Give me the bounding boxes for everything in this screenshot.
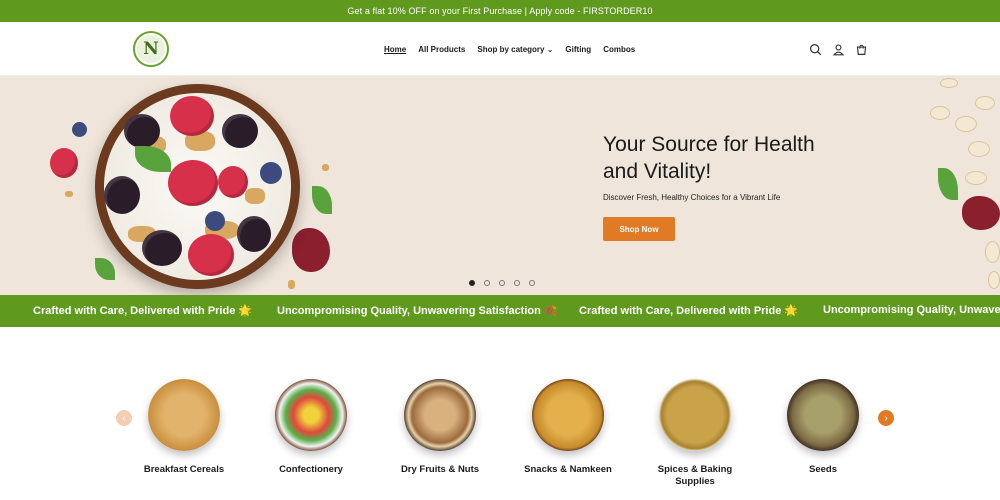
marquee-bar: Crafted with Care, Delivered with Pride …: [0, 295, 1000, 327]
blackberry: [142, 230, 182, 266]
nav-gifting[interactable]: Gifting: [565, 45, 591, 54]
logo-mark: N: [137, 35, 165, 63]
slider-dot-1[interactable]: [469, 280, 475, 286]
slider-dot-5[interactable]: [529, 280, 535, 286]
nav-combos[interactable]: Combos: [603, 45, 635, 54]
raspberry-decor: [50, 148, 78, 178]
marquee-text: Uncompromising Quality, Unwavering Satis…: [823, 304, 1000, 316]
main-nav: Home All Products Shop by category ⌄ Gif…: [384, 22, 635, 76]
account-icon[interactable]: [832, 43, 845, 56]
blueberry: [205, 211, 225, 231]
marquee-text: Crafted with Care, Delivered with Pride …: [579, 305, 799, 317]
oat-decor: [955, 116, 977, 132]
oat-decor: [968, 141, 990, 157]
slider-dot-4[interactable]: [514, 280, 520, 286]
category-label: Snacks & Namkeen: [524, 464, 612, 475]
category-image-confectionery: [275, 379, 347, 451]
carousel-next-button[interactable]: ›: [878, 410, 894, 426]
category-item[interactable]: Seeds: [768, 379, 878, 476]
category-item[interactable]: Breakfast Cereals: [129, 379, 239, 476]
category-item[interactable]: Dry Fruits & Nuts: [385, 379, 495, 476]
blueberry-decor: [72, 122, 87, 137]
category-label: Breakfast Cereals: [143, 464, 225, 475]
leaf-decor: [95, 258, 115, 280]
category-carousel: ‹ Breakfast Cereals Confectionery Dry Fr…: [0, 327, 1000, 500]
site-header: N Home All Products Shop by category ⌄ G…: [0, 22, 1000, 76]
nav-home[interactable]: Home: [384, 45, 406, 54]
leaf-decor: [312, 186, 332, 214]
category-item[interactable]: Spices & Baking Supplies: [640, 379, 750, 488]
raspberry: [218, 166, 248, 198]
category-image-snacks-namkeen: [532, 379, 604, 451]
category-item[interactable]: Snacks & Namkeen: [513, 379, 623, 476]
leaf-decor: [938, 168, 958, 200]
nav-shop-by-category[interactable]: Shop by category ⌄: [477, 45, 553, 54]
category-item[interactable]: Confectionery: [256, 379, 366, 476]
oat-decor: [975, 96, 995, 110]
category-label: Seeds: [809, 464, 837, 475]
blackberry: [124, 114, 160, 148]
oat-decor: [930, 106, 950, 120]
category-label: Dry Fruits & Nuts: [400, 464, 480, 475]
slider-dots: [469, 280, 535, 286]
shop-now-button[interactable]: Shop Now: [603, 217, 675, 241]
oat-decor: [985, 241, 1000, 263]
granola-decor: [288, 280, 295, 289]
marquee-text: Uncompromising Quality, Unwavering Satis…: [277, 305, 558, 317]
slider-dot-2[interactable]: [484, 280, 490, 286]
cart-icon[interactable]: [855, 43, 868, 56]
chevron-right-icon: ›: [884, 412, 888, 424]
header-icons: [809, 22, 868, 76]
category-image-dry-fruits-nuts: [404, 379, 476, 451]
strawberry: [168, 160, 218, 206]
blackberry: [222, 114, 258, 148]
hero-title: Your Source for Health and Vitality!: [603, 133, 815, 183]
marquee-text: Crafted with Care, Delivered with Pride …: [33, 305, 253, 317]
announcement-bar: Get a flat 10% OFF on your First Purchas…: [0, 0, 1000, 22]
slider-dot-3[interactable]: [499, 280, 505, 286]
raspberry: [188, 234, 234, 276]
brand-logo[interactable]: N: [133, 31, 169, 67]
granola-decor: [322, 164, 329, 171]
oat-decor: [940, 78, 958, 88]
chevron-left-icon: ‹: [122, 412, 126, 424]
category-image-spices-baking: [659, 379, 731, 451]
granola-decor: [65, 191, 73, 197]
category-image-seeds: [787, 379, 859, 451]
cranberry-decor: [292, 228, 330, 272]
hero-subtitle: Discover Fresh, Healthy Choices for a Vi…: [603, 193, 781, 202]
nav-shop-by-category-label: Shop by category: [477, 44, 545, 54]
raspberry: [170, 96, 214, 136]
blackberry: [104, 176, 140, 214]
chevron-down-icon: ⌄: [546, 44, 554, 54]
hero-banner: Your Source for Health and Vitality! Dis…: [0, 76, 1000, 295]
announcement-text: Get a flat 10% OFF on your First Purchas…: [347, 6, 653, 16]
nav-all-products[interactable]: All Products: [418, 45, 465, 54]
blueberry: [260, 162, 282, 184]
granola-cluster: [245, 188, 265, 204]
search-icon[interactable]: [809, 43, 822, 56]
blackberry: [237, 216, 271, 252]
oat-decor: [988, 271, 1000, 289]
oat-decor: [965, 171, 987, 185]
cranberry-decor: [962, 196, 1000, 230]
category-label: Spices & Baking Supplies: [657, 464, 733, 487]
category-label: Confectionery: [279, 464, 343, 475]
category-image-breakfast-cereals: [148, 379, 220, 451]
